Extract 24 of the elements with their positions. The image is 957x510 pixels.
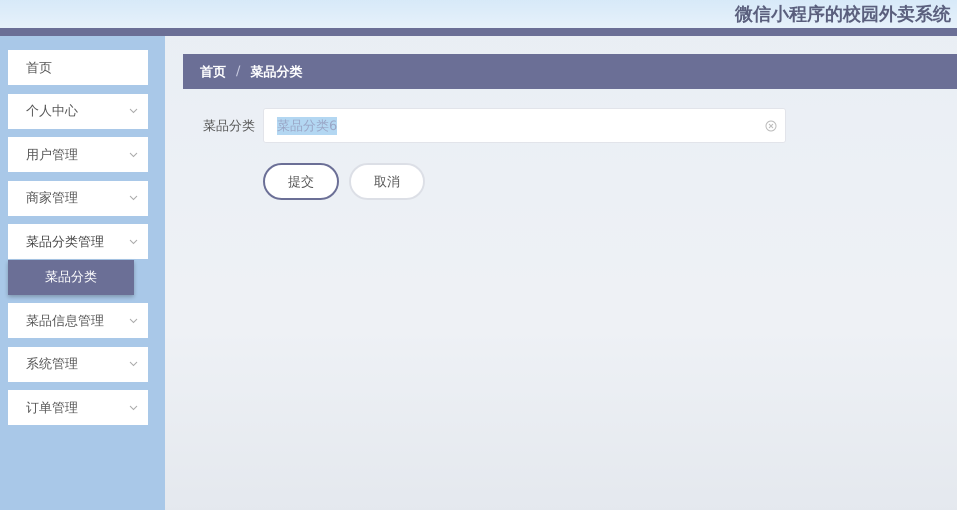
chevron-down-icon — [129, 195, 138, 201]
field-label: 菜品分类 — [203, 118, 256, 134]
breadcrumb-item: 菜品分类 — [250, 64, 302, 80]
chevron-down-icon — [129, 238, 138, 244]
sidebar-menu-item[interactable]: 商家管理 — [8, 180, 148, 216]
chevron-down-icon — [129, 108, 138, 114]
sidebar-menu-item[interactable]: 首页 — [8, 50, 148, 85]
chevron-down-icon — [129, 361, 138, 367]
sidebar-menu-item[interactable]: 系统管理 — [8, 346, 148, 382]
chevron-down-icon — [129, 318, 138, 324]
submit-button[interactable]: 提交 — [263, 163, 339, 200]
sidebar-menu-item[interactable]: 菜品分类管理 — [8, 224, 148, 259]
sidebar-menu-item[interactable]: 用户管理 — [8, 137, 148, 172]
sidebar-menu-item[interactable]: 菜品信息管理 — [8, 303, 148, 338]
cancel-button[interactable]: 取消 — [349, 163, 425, 200]
system-title: 微信小程序的校园外卖系统 — [735, 3, 951, 26]
chevron-down-icon — [129, 152, 138, 158]
clear-icon[interactable] — [765, 120, 777, 132]
chevron-down-icon — [129, 404, 138, 410]
breadcrumb-item[interactable]: 首页 — [200, 62, 226, 80]
breadcrumb-separator: / — [236, 64, 240, 79]
sidebar-menu-item[interactable]: 订单管理 — [8, 390, 148, 425]
sidebar-submenu-item[interactable]: 菜品分类 — [8, 260, 134, 294]
sidebar-menu-item[interactable]: 个人中心 — [8, 94, 148, 128]
